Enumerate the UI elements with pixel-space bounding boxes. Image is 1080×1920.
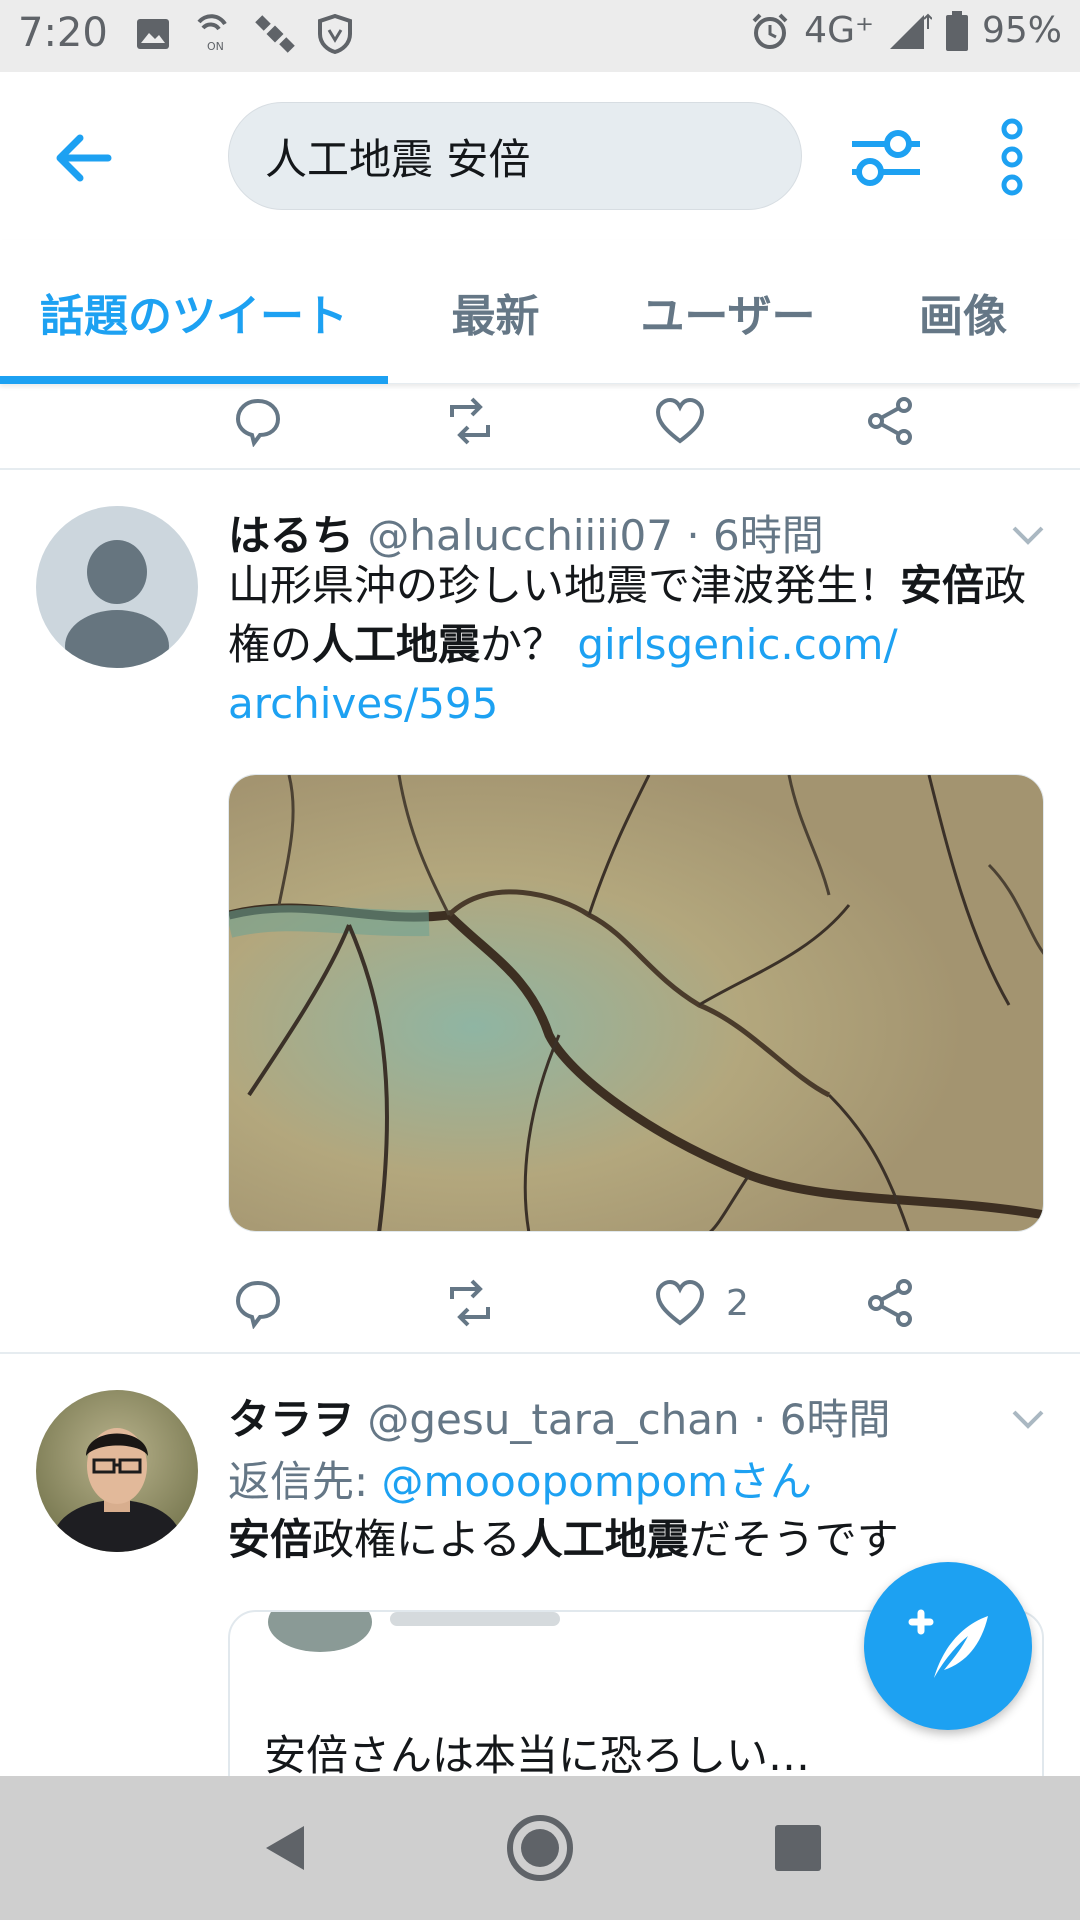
tab-label: 最新 <box>451 291 540 342</box>
search-app-bar: 人工地震 安倍 <box>0 72 1080 240</box>
tweet-menu-button[interactable] <box>1008 520 1048 550</box>
retweet-button[interactable] <box>442 386 498 456</box>
filter-sliders-icon <box>852 130 920 186</box>
network-type: 4G⁺ <box>804 10 874 51</box>
share-icon <box>868 397 912 445</box>
cracked-ground-image <box>229 775 1043 1231</box>
search-filter-button[interactable] <box>848 120 924 196</box>
search-query: 人工地震 安倍 <box>265 134 531 184</box>
battery-icon <box>945 10 968 51</box>
tab-users[interactable]: ユーザー <box>603 240 853 384</box>
user-handle[interactable]: @gesu_tara_chan <box>367 1395 739 1444</box>
tweet-divider <box>0 1352 1080 1354</box>
tweet-divider <box>0 468 1080 470</box>
tweet-text: 山形県沖の珍しい地震で津波発生！安倍政権の人工地震か？ girlsgenic.c… <box>228 556 1048 733</box>
svg-text:ON: ON <box>207 40 224 53</box>
like-button[interactable] <box>654 386 706 456</box>
nav-recents-icon <box>775 1825 821 1871</box>
tab-label: 画像 <box>919 291 1007 342</box>
quoted-tweet-text: 安倍さんは本当に恐ろしい… <box>264 1731 811 1776</box>
tab-top-tweets[interactable]: 話題のツイート <box>0 240 388 384</box>
more-options-button[interactable] <box>990 117 1034 197</box>
tweet-text: 安倍政権による人工地震だそうです <box>228 1510 1048 1569</box>
heart-icon <box>655 1279 705 1326</box>
avatar-default[interactable] <box>36 506 198 668</box>
tweet-header: はるち @halucchiiii07 · 6時間 <box>228 502 824 563</box>
avatar[interactable] <box>36 1390 198 1552</box>
like-count: 2 <box>726 1282 749 1324</box>
chevron-down-icon <box>1012 526 1044 545</box>
signal-icon <box>888 11 932 51</box>
tweet-time: · 6時間 <box>686 511 824 560</box>
nav-back-icon <box>266 1826 304 1870</box>
highlight-term: 人工地震 <box>312 620 481 669</box>
tweet-time: · 6時間 <box>753 1395 891 1444</box>
nav-home-button[interactable] <box>500 1808 580 1888</box>
reply-icon <box>235 1280 281 1329</box>
share-icon <box>868 1279 912 1327</box>
heart-icon <box>655 397 705 444</box>
tweet-actions: 2 <box>0 1268 1080 1338</box>
highlight-term: 人工地震 <box>520 1515 689 1564</box>
reply-label: 返信先: <box>228 1457 382 1506</box>
user-name[interactable]: はるち <box>228 511 354 560</box>
reply-to-link[interactable]: @mooopompomさん <box>382 1457 813 1506</box>
like-button[interactable]: 2 <box>654 1268 749 1338</box>
tweet-actions <box>0 386 1080 456</box>
image-icon <box>135 17 171 51</box>
back-arrow-icon <box>56 134 112 182</box>
tweet-menu-button[interactable] <box>1008 1404 1048 1434</box>
user-name[interactable]: タラヲ <box>228 1395 354 1444</box>
retweet-button[interactable] <box>442 1268 498 1338</box>
retweet-icon <box>450 397 490 445</box>
shield-icon <box>317 14 353 54</box>
tab-label: ユーザー <box>640 291 816 342</box>
status-time: 7:20 <box>18 10 108 56</box>
text-segment: だそうです <box>688 1515 899 1564</box>
user-handle[interactable]: @halucchiiii07 <box>367 511 673 560</box>
link-part: archives/595 <box>228 679 499 728</box>
link-part: girlsgenic.com/ <box>577 620 898 669</box>
satellite-icon <box>255 14 295 54</box>
highlight-term: 安倍 <box>900 561 985 610</box>
compose-tweet-button[interactable] <box>864 1562 1032 1730</box>
tab-latest[interactable]: 最新 <box>388 240 603 384</box>
highlight-term: 安倍 <box>228 1515 313 1564</box>
reply-context: 返信先: @mooopompomさん <box>228 1448 812 1509</box>
share-button[interactable] <box>866 1268 916 1338</box>
nav-home-icon <box>507 1815 573 1881</box>
nfc-icon: ON <box>193 14 233 54</box>
nav-recents-button[interactable] <box>758 1808 838 1888</box>
tweet-image[interactable] <box>228 774 1044 1232</box>
active-tab-indicator <box>0 376 388 384</box>
tab-images[interactable]: 画像 <box>853 240 1073 384</box>
text-segment: 山形県沖の珍しい地震で津波発生！ <box>228 561 901 610</box>
reply-button[interactable] <box>232 1268 284 1338</box>
overflow-menu-icon <box>1001 118 1023 196</box>
reply-icon <box>235 398 281 447</box>
default-avatar-icon <box>36 506 198 668</box>
search-input[interactable]: 人工地震 安倍 <box>228 102 802 210</box>
user-photo <box>36 1390 198 1552</box>
alarm-icon <box>750 11 790 51</box>
retweet-icon <box>450 1279 490 1327</box>
text-segment: か？ <box>480 620 578 669</box>
tab-label: 話題のツイート <box>40 291 348 342</box>
back-button[interactable] <box>48 122 120 194</box>
chevron-down-icon <box>1012 1410 1044 1429</box>
system-nav-bar <box>0 1776 1080 1920</box>
share-button[interactable] <box>866 386 916 456</box>
tweet-header: タラヲ @gesu_tara_chan · 6時間 <box>228 1386 890 1447</box>
reply-button[interactable] <box>232 386 284 456</box>
status-bar: 7:20 ON 4G⁺ 95% <box>0 0 1080 72</box>
text-segment: 政権による <box>312 1515 521 1564</box>
search-tabs: 話題のツイート 最新 ユーザー 画像 <box>0 240 1080 384</box>
nav-back-button[interactable] <box>244 1808 324 1888</box>
compose-feather-icon <box>908 1609 988 1678</box>
battery-percent: 95% <box>981 10 1062 51</box>
